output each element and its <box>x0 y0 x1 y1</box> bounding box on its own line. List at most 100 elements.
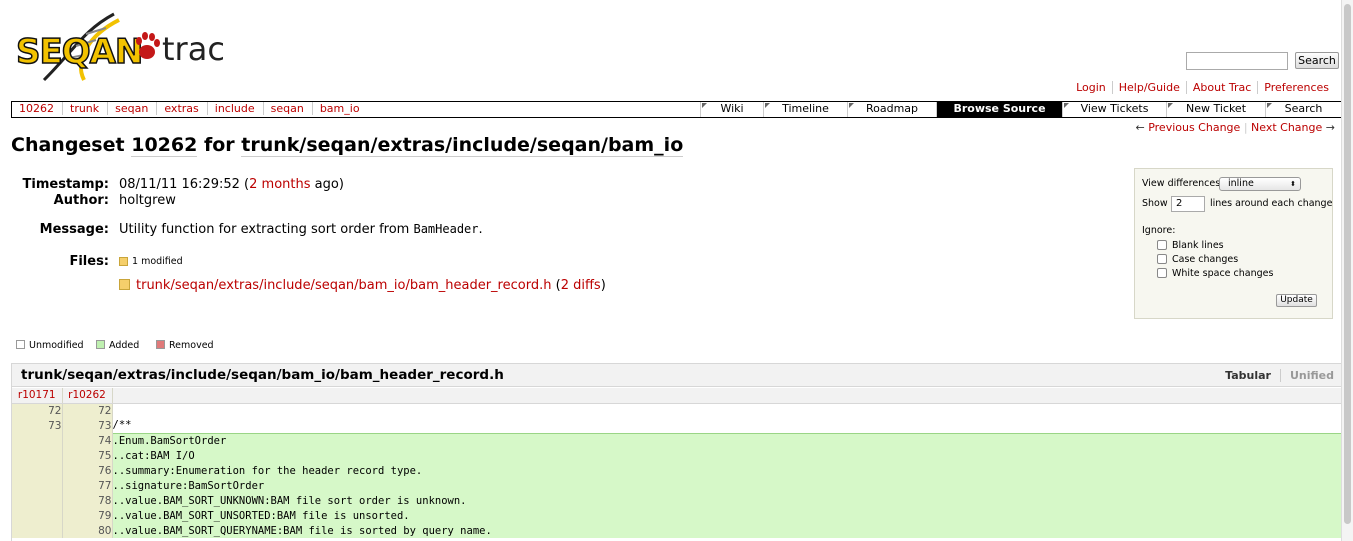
file-diffs-link[interactable]: 2 diffs <box>561 278 601 293</box>
age-suffix: ago) <box>314 177 344 192</box>
file-path-link[interactable]: trunk/seqan/extras/include/seqan/bam_io/… <box>136 278 551 293</box>
logo-trac-text: trac <box>162 30 225 68</box>
changeset-path-link[interactable]: trunk/seqan/extras/include/seqan/bam_io <box>241 134 684 157</box>
paw-icon <box>136 32 160 59</box>
show-label: Show <box>1142 198 1168 209</box>
vertical-scrollbar[interactable] <box>1341 0 1353 541</box>
about-trac-link[interactable]: About Trac <box>1185 81 1258 94</box>
old-revision-link[interactable]: r10171 <box>12 388 63 404</box>
trac-page: SEQAN trac Search Login Help/Guide About T… <box>0 0 1353 541</box>
breadcrumb-item[interactable]: seqan <box>263 102 313 115</box>
tab-search[interactable]: Search <box>1265 102 1341 117</box>
new-line-number: 73 <box>62 418 113 433</box>
old-line-number <box>12 523 63 538</box>
diff-file-title: trunk/seqan/extras/include/seqan/bam_io/… <box>21 367 504 383</box>
view-differences-label: View differences <box>1142 178 1221 189</box>
ignore-case-changes-label: Case changes <box>1172 254 1239 265</box>
title-prefix: Changeset <box>11 134 125 156</box>
diff-view: trunk/seqan/extras/include/seqan/bam_io/… <box>11 363 1346 541</box>
right-arrow-icon: → <box>1325 121 1335 134</box>
diff-line: 78 ..value.BAM_SORT_UNKNOWN:BAM file sort… <box>12 493 1345 508</box>
diff-code: .Enum.BamSortOrder <box>111 432 1345 448</box>
old-line-number <box>12 478 63 493</box>
diff-code: ..value.BAM_SORT_UNKNOWN:BAM file sort o… <box>111 493 1345 508</box>
ignore-whitespace-label: White space changes <box>1172 268 1274 279</box>
tab-new-ticket[interactable]: New Ticket <box>1166 102 1265 117</box>
tab-roadmap[interactable]: Roadmap <box>847 102 936 117</box>
breadcrumb-item[interactable]: bam_io <box>313 102 368 115</box>
breadcrumb-item[interactable]: include <box>207 102 264 115</box>
lines-around-label: lines around each change <box>1210 198 1333 209</box>
diff-code <box>112 403 1345 418</box>
ignore-case-changes-checkbox[interactable] <box>1157 254 1167 264</box>
old-line-number <box>12 493 63 508</box>
diff-header: trunk/seqan/extras/include/seqan/bam_io/… <box>12 364 1345 387</box>
new-line-number: 80 <box>62 523 113 538</box>
diff-code: /** <box>112 419 132 432</box>
diff-line: 75 ..cat:BAM I/O <box>12 448 1345 463</box>
nav-tabs: Wiki Timeline Roadmap Browse Source View… <box>700 102 1341 117</box>
context-nav: ← Previous Change | Next Change → <box>1135 121 1335 134</box>
legend-swatch <box>16 340 25 349</box>
breadcrumb-item[interactable]: trunk <box>63 102 109 115</box>
diff-mode-tabs: Tabular Unified <box>1225 369 1334 382</box>
view-differences-select[interactable]: inline ⬍ <box>1219 177 1301 191</box>
age-link[interactable]: 2 months <box>249 177 310 192</box>
old-line-number: 72 <box>12 403 63 418</box>
legend-added: Added <box>96 340 139 351</box>
files-label: Files: <box>69 254 109 269</box>
page-title: Changeset 10262 for trunk/seqan/extras/i… <box>11 134 684 157</box>
breadcrumb-item[interactable]: seqan <box>108 102 158 115</box>
ignore-whitespace-checkbox[interactable] <box>1157 268 1167 278</box>
tab-tabular[interactable]: Tabular <box>1225 369 1281 382</box>
context-lines-input[interactable]: 2 <box>1171 196 1205 212</box>
breadcrumb-item[interactable]: 10262 <box>12 102 63 115</box>
meta-nav: Login Help/Guide About Trac Preferences <box>1070 81 1335 94</box>
help-guide-link[interactable]: Help/Guide <box>1111 81 1186 94</box>
legend-label: Unmodified <box>29 340 84 351</box>
tab-unified[interactable]: Unified <box>1281 369 1334 382</box>
diff-line: 73 73/** <box>12 418 1345 433</box>
new-revision-link[interactable]: r10262 <box>62 388 113 404</box>
tab-browse-source[interactable]: Browse Source <box>936 102 1062 117</box>
update-button[interactable]: Update <box>1276 294 1317 307</box>
changeset-link[interactable]: 10262 <box>131 134 198 157</box>
diff-line: 74 .Enum.BamSortOrder <box>12 432 1345 448</box>
title-mid: for <box>203 134 235 156</box>
tab-wiki[interactable]: Wiki <box>700 102 763 117</box>
tab-timeline[interactable]: Timeline <box>763 102 847 117</box>
diff-line: 72 72 <box>12 403 1345 418</box>
legend-unmodified: Unmodified <box>16 340 84 351</box>
files-summary-text: 1 modified <box>132 256 183 267</box>
legend-swatch <box>96 340 105 349</box>
left-arrow-icon: ← <box>1135 121 1145 134</box>
new-line-number: 79 <box>62 508 113 523</box>
login-link[interactable]: Login <box>1070 81 1112 94</box>
scrollbar-thumb[interactable] <box>1344 4 1351 524</box>
previous-change-link[interactable]: Previous Change <box>1148 121 1240 134</box>
diff-line: 76 ..summary:Enumeration for the header r… <box>12 463 1345 478</box>
diff-code: ..signature:BamSortOrder <box>111 478 1345 493</box>
tab-view-tickets[interactable]: View Tickets <box>1062 102 1166 117</box>
new-line-number: 78 <box>62 493 113 508</box>
search-button[interactable]: Search <box>1295 52 1339 69</box>
diff-header-filler <box>112 388 1345 404</box>
next-change-link[interactable]: Next Change <box>1251 121 1322 134</box>
seqan-trac-logo[interactable]: SEQAN trac <box>14 10 234 86</box>
preferences-link[interactable]: Preferences <box>1257 81 1335 94</box>
select-arrows-icon: ⬍ <box>1290 180 1296 188</box>
view-differences-value: inline <box>1228 178 1254 189</box>
legend-removed: Removed <box>156 340 214 351</box>
legend-label: Added <box>109 340 140 351</box>
modified-file-icon <box>119 257 128 266</box>
breadcrumb: 10262 trunk seqan extras include seqan bam_io <box>12 102 368 117</box>
diff-code: ..value.BAM_SORT_UNSORTED:BAM file is un… <box>111 508 1345 523</box>
ignore-blank-lines-checkbox[interactable] <box>1157 240 1167 250</box>
file-entry: trunk/seqan/extras/include/seqan/bam_io/… <box>119 278 606 293</box>
message-text: Utility function for extracting sort ord… <box>119 222 410 237</box>
legend-swatch <box>156 340 165 349</box>
breadcrumb-item[interactable]: extras <box>157 102 208 115</box>
search-input[interactable] <box>1186 52 1288 70</box>
old-line-number <box>12 448 63 463</box>
diff-code: ..summary:Enumeration for the header rec… <box>111 463 1345 478</box>
